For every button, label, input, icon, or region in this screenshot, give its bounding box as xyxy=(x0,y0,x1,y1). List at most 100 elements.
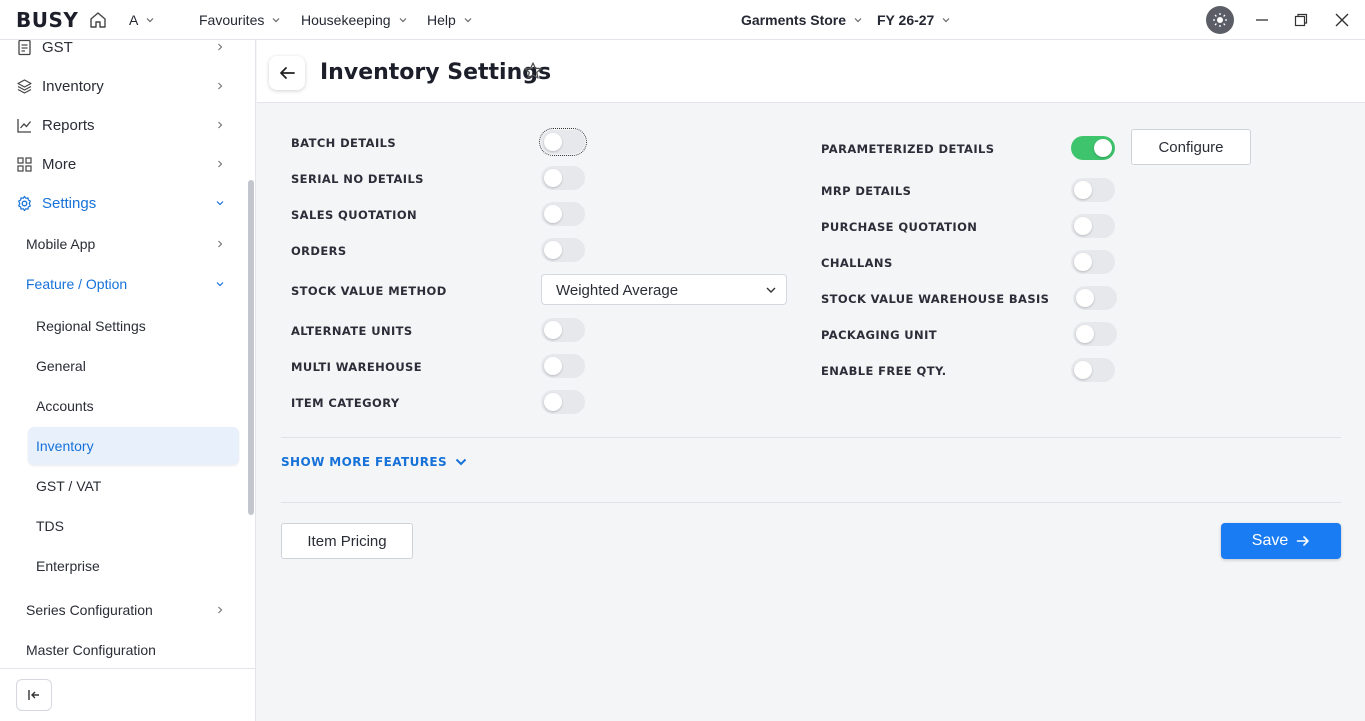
sidebar-scrollbar[interactable] xyxy=(248,180,254,515)
footer-divider xyxy=(281,502,1341,503)
sidebar-item-settings[interactable]: Settings xyxy=(0,185,244,221)
sales-quotation-toggle[interactable] xyxy=(541,202,585,226)
sidebar-item-label: Accounts xyxy=(36,398,94,414)
sidebar-item-gst-vat[interactable]: GST / VAT xyxy=(0,468,244,504)
chevron-down-icon xyxy=(399,18,406,23)
parameterized-details-toggle[interactable] xyxy=(1071,136,1115,160)
sidebar-item-feature-option[interactable]: Feature / Option xyxy=(0,266,244,302)
sidebar-item-series-configuration[interactable]: Series Configuration xyxy=(0,592,244,628)
item-pricing-button[interactable]: Item Pricing xyxy=(281,523,413,559)
chevron-right-icon xyxy=(218,240,223,248)
sidebar-item-label: More xyxy=(42,155,77,173)
packaging-unit-label: PACKAGING UNIT xyxy=(821,328,937,342)
grid-icon xyxy=(17,156,32,172)
chevron-down-icon xyxy=(942,18,950,23)
sidebar-item-accounts[interactable]: Accounts xyxy=(0,388,244,424)
sidebar-item-label: Regional Settings xyxy=(36,318,146,334)
save-button[interactable]: Save xyxy=(1221,523,1341,559)
sidebar-item-label: Inventory xyxy=(36,438,94,454)
sidebar-item-inventory-settings[interactable]: Inventory xyxy=(0,428,244,464)
sidebar-item-regional-settings[interactable]: Regional Settings xyxy=(0,308,244,344)
menu-help-label: Help xyxy=(427,12,456,28)
sidebar-item-inventory-menu[interactable]: Inventory xyxy=(0,68,244,104)
menu-favourites[interactable]: Favourites xyxy=(199,12,280,28)
menu-housekeeping-label: Housekeeping xyxy=(301,12,391,28)
sales-quotation-label: SALES QUOTATION xyxy=(291,208,418,222)
sidebar-item-reports[interactable]: Reports xyxy=(0,107,244,143)
stock-value-method-select[interactable]: Weighted Average xyxy=(541,274,787,305)
multi-warehouse-toggle[interactable] xyxy=(541,354,585,378)
mrp-details-toggle[interactable] xyxy=(1071,178,1115,202)
theme-toggle-button[interactable] xyxy=(1206,6,1234,34)
item-pricing-button-label: Item Pricing xyxy=(307,532,387,550)
stock-value-method-value: Weighted Average xyxy=(556,282,679,299)
chevron-right-icon xyxy=(218,43,223,51)
chevron-right-icon xyxy=(218,121,223,129)
chevron-right-icon xyxy=(218,160,223,168)
configure-button[interactable]: Configure xyxy=(1131,129,1251,165)
challans-toggle[interactable] xyxy=(1071,250,1115,274)
close-icon[interactable] xyxy=(1334,12,1350,28)
sidebar-item-enterprise[interactable]: Enterprise xyxy=(0,548,244,584)
packaging-unit-toggle[interactable] xyxy=(1073,322,1117,346)
back-button[interactable] xyxy=(269,56,305,90)
star-icon[interactable] xyxy=(523,61,543,81)
sidebar-item-master-configuration[interactable]: Master Configuration xyxy=(0,632,244,668)
company-initial: A xyxy=(129,12,139,28)
alternate-units-label: ALTERNATE UNITS xyxy=(291,324,413,338)
show-more-features-label: SHOW MORE FEATURES xyxy=(281,455,448,469)
batch-details-toggle[interactable] xyxy=(539,128,587,156)
company-selector[interactable]: A xyxy=(129,12,154,28)
stock-value-method-label: STOCK VALUE METHOD xyxy=(291,284,447,298)
page-header: Inventory Settings xyxy=(257,40,1365,103)
item-category-toggle[interactable] xyxy=(541,390,585,414)
menu-help[interactable]: Help xyxy=(427,12,472,28)
chevron-down-icon xyxy=(216,201,224,206)
section-divider xyxy=(281,437,1341,438)
orders-toggle[interactable] xyxy=(541,238,585,262)
layers-icon xyxy=(17,78,32,94)
store-name: Garments Store xyxy=(741,12,847,28)
home-icon[interactable] xyxy=(89,11,107,29)
stock-value-warehouse-basis-toggle[interactable] xyxy=(1073,286,1117,310)
fiscal-year-selector[interactable]: FY 26-27 xyxy=(877,12,950,28)
collapse-sidebar-button[interactable] xyxy=(16,679,52,711)
alternate-units-toggle[interactable] xyxy=(541,318,585,342)
sidebar-item-tds[interactable]: TDS xyxy=(0,508,244,544)
sidebar-item-gst[interactable]: GST xyxy=(0,40,244,65)
chevron-right-icon xyxy=(218,606,223,614)
batch-details-label: BATCH DETAILS xyxy=(291,136,397,150)
enable-free-qty-toggle[interactable] xyxy=(1071,358,1115,382)
save-button-label: Save xyxy=(1251,532,1289,549)
chart-line-icon xyxy=(17,118,32,133)
restore-icon[interactable] xyxy=(1293,12,1309,28)
busy-logo: BUSY xyxy=(16,8,79,32)
sidebar-item-mobile-app[interactable]: Mobile App xyxy=(0,226,244,262)
sidebar-item-more[interactable]: More xyxy=(0,146,244,182)
chevron-down-icon xyxy=(464,18,472,23)
orders-label: ORDERS xyxy=(291,244,347,258)
sidebar-item-label: Mobile App xyxy=(26,236,96,252)
stock-value-warehouse-basis-label: STOCK VALUE WAREHOUSE BASIS xyxy=(821,292,1050,306)
sidebar-footer xyxy=(0,668,255,721)
sidebar-item-label: Reports xyxy=(42,116,95,134)
sidebar-item-label: GST / VAT xyxy=(36,478,102,494)
chevron-right-icon xyxy=(218,82,223,90)
menu-housekeeping[interactable]: Housekeeping xyxy=(301,12,407,28)
serial-no-details-label: SERIAL NO DETAILS xyxy=(291,172,424,186)
store-selector[interactable]: Garments Store xyxy=(741,12,862,28)
sidebar-item-label: TDS xyxy=(36,518,64,534)
top-bar: BUSY A Favourites Housekeeping Help Garm… xyxy=(0,0,1365,40)
show-more-features-link[interactable]: SHOW MORE FEATURES xyxy=(281,455,467,469)
multi-warehouse-label: MULTI WAREHOUSE xyxy=(291,360,422,374)
chevron-down-icon xyxy=(455,458,467,466)
purchase-quotation-toggle[interactable] xyxy=(1071,214,1115,238)
gear-icon xyxy=(18,195,31,211)
sidebar-item-general[interactable]: General xyxy=(0,348,244,384)
sidebar-item-label: Settings xyxy=(42,194,97,212)
sidebar-item-label: General xyxy=(36,358,86,374)
mrp-details-label: MRP DETAILS xyxy=(821,184,912,198)
sidebar-item-label: Inventory xyxy=(42,77,104,95)
serial-no-details-toggle[interactable] xyxy=(541,166,585,190)
minimize-icon[interactable] xyxy=(1254,12,1270,28)
